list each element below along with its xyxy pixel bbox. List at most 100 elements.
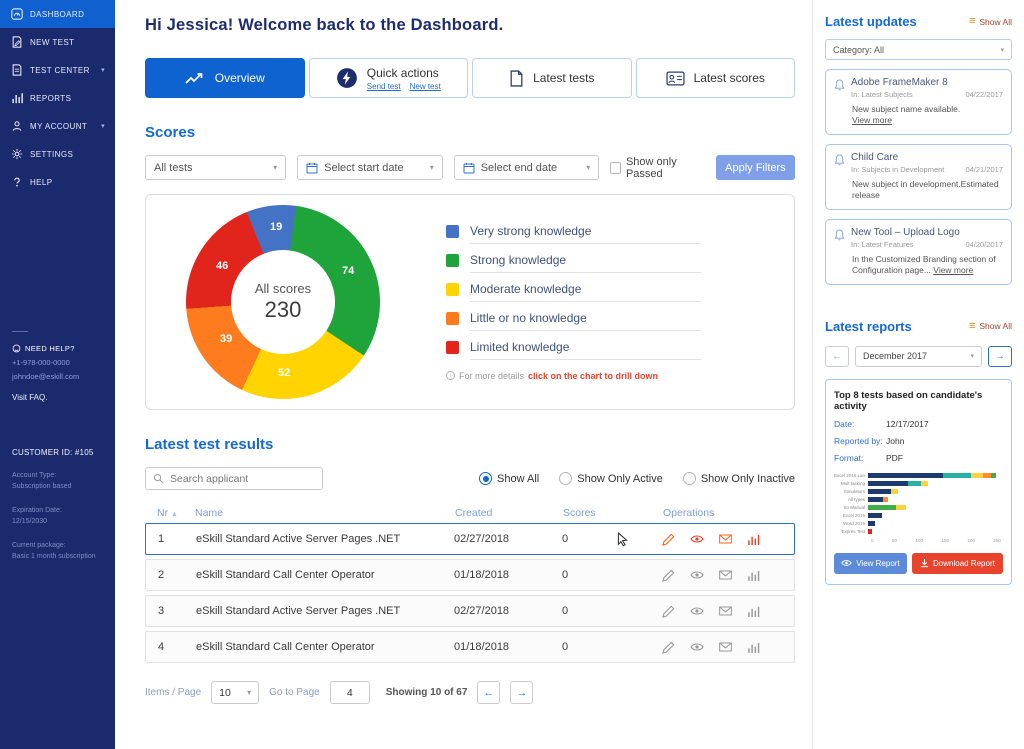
show-only-passed-checkbox[interactable] xyxy=(610,162,621,174)
download-report-button[interactable]: Download Report xyxy=(912,553,1003,574)
latest-reports-title: Latest reports xyxy=(825,319,912,334)
cell-name: eSkill Standard Call Center Operator xyxy=(196,569,454,581)
reported-by-label: Reported by: xyxy=(834,436,886,446)
send-test-link[interactable]: Send test xyxy=(367,82,401,91)
table-row[interactable]: 3 eSkill Standard Active Server Pages .N… xyxy=(145,595,795,627)
update-meta: In: Latest Features xyxy=(851,240,914,249)
view-more-link[interactable]: View more xyxy=(933,265,973,275)
eye-icon xyxy=(841,559,852,567)
update-meta: In: Latest Subjects xyxy=(851,90,913,99)
radio-show-all[interactable]: Show All xyxy=(479,472,539,485)
go-to-page-label: Go to Page xyxy=(269,687,320,698)
prev-month-button[interactable]: ← xyxy=(825,346,849,367)
prev-page-button[interactable]: ← xyxy=(477,681,500,704)
tab-bar: Overview Quick actions Send test New tes… xyxy=(145,58,795,98)
edit-icon[interactable] xyxy=(662,641,675,654)
sidebar-item-new-test[interactable]: NEW TEST xyxy=(0,28,115,56)
expiration-label: Expiration Date: xyxy=(12,506,103,517)
radio-label: Show All xyxy=(497,473,539,485)
faq-link[interactable]: Visit FAQ. xyxy=(12,393,103,402)
sidebar-item-my-account[interactable]: MY ACCOUNT ▾ xyxy=(0,112,115,140)
sidebar-item-test-center[interactable]: TEST CENTER ▾ xyxy=(0,56,115,84)
table-row[interactable]: 1 eSkill Standard Active Server Pages .N… xyxy=(145,523,795,555)
segment-value: 52 xyxy=(278,367,290,379)
view-icon[interactable] xyxy=(690,534,704,544)
radio-icon xyxy=(479,472,492,485)
end-date-picker[interactable]: Select end date ▾ xyxy=(454,155,600,180)
sidebar-item-label: HELP xyxy=(30,178,53,187)
sidebar-item-settings[interactable]: SETTINGS xyxy=(0,140,115,168)
support-phone[interactable]: +1-978-000-0000 xyxy=(12,358,103,367)
column-nr[interactable]: Nr ▲ xyxy=(157,507,195,519)
view-report-button[interactable]: View Report xyxy=(834,553,907,574)
radio-show-only-inactive[interactable]: Show Only Inactive xyxy=(683,472,795,485)
edit-icon[interactable] xyxy=(662,533,675,546)
go-to-page-input[interactable] xyxy=(330,681,370,704)
tab-overview[interactable]: Overview xyxy=(145,58,305,98)
latest-updates-header: Latest updates ≡ Show All xyxy=(825,14,1012,29)
chart-icon[interactable] xyxy=(747,606,760,617)
support-email[interactable]: johndoe@eskill.com xyxy=(12,372,103,381)
edit-icon[interactable] xyxy=(662,569,675,582)
next-page-button[interactable]: → xyxy=(510,681,533,704)
document-icon xyxy=(509,70,524,87)
search-input[interactable] xyxy=(170,473,315,485)
chart-icon[interactable] xyxy=(747,570,760,581)
cell-nr: 4 xyxy=(158,641,196,653)
view-icon[interactable] xyxy=(690,606,704,616)
chart-icon[interactable] xyxy=(747,534,760,545)
chevron-down-icon: ▾ xyxy=(247,688,251,697)
tab-label: Quick actions xyxy=(367,66,439,80)
reported-by-value: John xyxy=(886,436,904,446)
table-row[interactable]: 2 eSkill Standard Call Center Operator 0… xyxy=(145,559,795,591)
mail-icon[interactable] xyxy=(719,570,732,580)
chart-icon[interactable] xyxy=(747,642,760,653)
start-date-picker[interactable]: Select start date ▾ xyxy=(297,155,443,180)
update-card[interactable]: New Tool – Upload Logo In: Latest Featur… xyxy=(825,219,1012,285)
sidebar-item-reports[interactable]: REPORTS xyxy=(0,84,115,112)
chevron-down-icon: ▾ xyxy=(430,163,434,172)
view-icon[interactable] xyxy=(690,570,704,580)
sidebar-item-label: NEW TEST xyxy=(30,38,74,47)
dashboard-app: DASHBOARD NEW TEST TEST CENTER ▾ REPORTS… xyxy=(0,0,1024,749)
tab-quick-actions[interactable]: Quick actions Send test New test xyxy=(309,58,469,98)
view-more-link[interactable]: View more xyxy=(852,115,892,125)
drill-down-link[interactable]: click on the chart to drill down xyxy=(528,371,658,381)
mail-icon[interactable] xyxy=(719,642,732,652)
update-card[interactable]: Child Care In: Subjects in Development 0… xyxy=(825,144,1012,210)
month-dropdown[interactable]: December 2017 ▾ xyxy=(855,346,982,367)
apply-filters-button[interactable]: Apply Filters xyxy=(716,155,795,180)
sidebar-item-help[interactable]: HELP xyxy=(0,168,115,196)
tests-filter-dropdown[interactable]: All tests ▾ xyxy=(145,155,286,180)
update-title: Adobe FrameMaker 8 xyxy=(851,77,1003,88)
table-row[interactable]: 4 eSkill Standard Call Center Operator 0… xyxy=(145,631,795,663)
user-icon xyxy=(10,120,23,133)
show-only-passed-label: Show only Passed xyxy=(626,156,705,180)
radio-show-only-active[interactable]: Show Only Active xyxy=(559,472,663,485)
chart-legend: Very strong knowledge Strong knowledge M… xyxy=(446,224,701,381)
legend-item: Little or no knowledge xyxy=(446,311,701,331)
badge-icon xyxy=(666,71,685,86)
new-test-link[interactable]: New test xyxy=(410,82,441,91)
cell-name: eSkill Standard Call Center Operator xyxy=(196,641,454,653)
next-month-button[interactable]: → xyxy=(988,346,1012,367)
category-filter-dropdown[interactable]: Category: All ▾ xyxy=(825,39,1012,60)
tab-label: Latest scores xyxy=(694,71,765,85)
update-card[interactable]: Adobe FrameMaker 8 In: Latest Subjects 0… xyxy=(825,69,1012,135)
sidebar-item-dashboard[interactable]: DASHBOARD xyxy=(0,0,115,28)
updates-show-all-link[interactable]: ≡ Show All xyxy=(969,16,1012,27)
show-only-passed-option: Show only Passed xyxy=(610,156,705,180)
reports-show-all-link[interactable]: ≡ Show All xyxy=(969,321,1012,332)
cell-created: 01/18/2018 xyxy=(454,641,562,653)
results-section-title: Latest test results xyxy=(145,436,795,453)
mail-icon[interactable] xyxy=(719,534,732,544)
sidebar-item-label: MY ACCOUNT xyxy=(30,122,87,131)
tab-latest-scores[interactable]: Latest scores xyxy=(636,58,796,98)
tab-latest-tests[interactable]: Latest tests xyxy=(472,58,632,98)
column-operations: Operations xyxy=(663,507,783,519)
mail-icon[interactable] xyxy=(719,606,732,616)
view-icon[interactable] xyxy=(690,642,704,652)
edit-icon[interactable] xyxy=(662,605,675,618)
items-per-page-label: Items / Page xyxy=(145,687,201,698)
items-per-page-dropdown[interactable]: 10 ▾ xyxy=(211,681,259,704)
